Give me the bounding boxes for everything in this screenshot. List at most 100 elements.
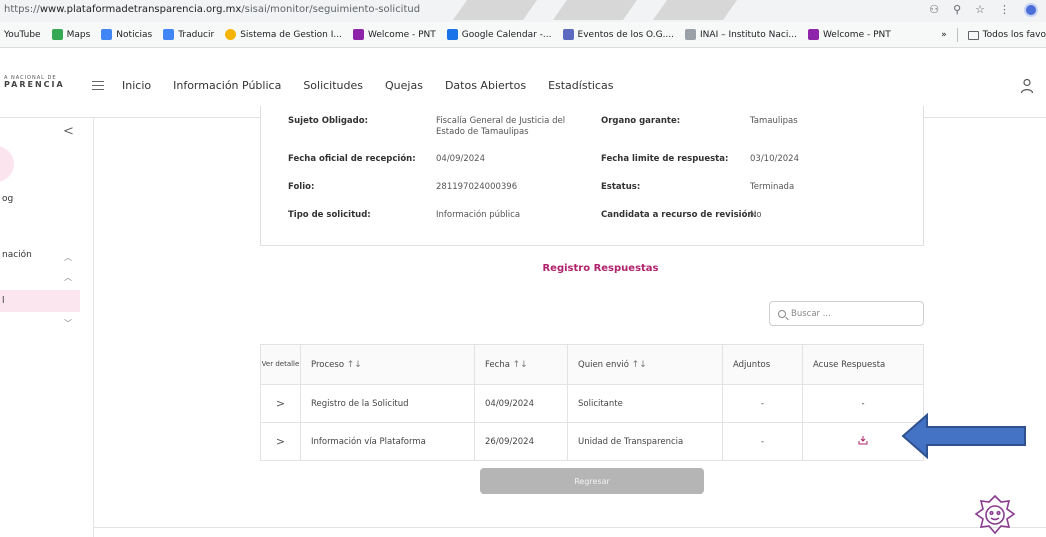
organo-garante-label: Organo garante: bbox=[601, 116, 681, 126]
profile-avatar-icon[interactable] bbox=[1024, 3, 1038, 17]
fecha-limite-value: 03/10/2024 bbox=[750, 154, 799, 164]
annotation-arrow-icon bbox=[901, 412, 1026, 460]
table-row: > Información vía Plataforma 26/09/2024 … bbox=[260, 422, 924, 461]
hamburger-menu-icon[interactable] bbox=[92, 81, 104, 93]
regresar-button[interactable]: Regresar bbox=[480, 468, 704, 494]
chevron-right-icon: > bbox=[275, 397, 286, 410]
download-icon[interactable] bbox=[858, 435, 868, 445]
sun-icon bbox=[225, 29, 237, 40]
cell-quien: Solicitante bbox=[567, 384, 723, 423]
chevron-down-icon[interactable]: ﹀ bbox=[64, 318, 72, 329]
news-icon bbox=[101, 29, 113, 40]
sidebar-section-label[interactable]: nación bbox=[2, 250, 32, 260]
col-proceso[interactable]: Proceso ↑↓ bbox=[300, 344, 475, 385]
col-adjuntos: Adjuntos bbox=[722, 344, 803, 385]
main-nav: Inicio Información Pública Solicitudes Q… bbox=[122, 79, 635, 92]
cell-adjuntos: - bbox=[722, 422, 803, 461]
sidebar-item-active[interactable] bbox=[0, 290, 80, 312]
bookmark-welcome-pnt-2[interactable]: Welcome - PNT bbox=[807, 29, 891, 40]
table-row: > Registro de la Solicitud 04/09/2024 So… bbox=[260, 384, 924, 423]
nav-estadisticas[interactable]: Estadísticas bbox=[548, 79, 613, 92]
url-path: /sisai/monitor/seguimiento-solicitud bbox=[241, 4, 421, 15]
bookmark-eventos[interactable]: Eventos de los O.G.... bbox=[562, 29, 674, 40]
sidebar: < og nación ︿ ︿ l ﹀ bbox=[0, 118, 94, 537]
responses-table: Ver detalle Proceso ↑↓ Fecha ↑↓ Quien en… bbox=[260, 344, 924, 461]
browser-actions: ⚇ ⚲ ☆ ⋮ bbox=[929, 3, 1038, 17]
url-domain: www.plataformadetransparencia.org.mx bbox=[39, 4, 242, 15]
chevron-up-icon[interactable]: ︿ bbox=[64, 252, 72, 263]
zoom-icon[interactable]: ⚲ bbox=[953, 3, 961, 17]
candidata-recurso-label: Candidata a recurso de revisión: bbox=[601, 210, 757, 220]
table-header-row: Ver detalle Proceso ↑↓ Fecha ↑↓ Quien en… bbox=[260, 344, 924, 385]
cell-proceso: Información vía Plataforma bbox=[300, 422, 475, 461]
candidata-recurso-value: No bbox=[750, 210, 762, 220]
calendar-icon bbox=[446, 29, 458, 40]
star-icon[interactable]: ☆ bbox=[975, 3, 985, 17]
mascot-logo-icon[interactable] bbox=[970, 492, 1020, 537]
sujeto-obligado-value: Fiscalía General de Justicia del Estado … bbox=[436, 116, 566, 137]
nav-inicio[interactable]: Inicio bbox=[122, 79, 151, 92]
bookmark-google-calendar[interactable]: Google Calendar -... bbox=[446, 29, 552, 40]
url-prefix: https:// bbox=[4, 4, 40, 15]
cell-quien: Unidad de Transparencia bbox=[567, 422, 723, 461]
folio-label: Folio: bbox=[288, 182, 315, 192]
pnt-icon bbox=[352, 29, 364, 40]
sort-icon[interactable]: ↑↓ bbox=[632, 360, 647, 370]
nav-datos-abiertos[interactable]: Datos Abiertos bbox=[445, 79, 526, 92]
overlay-stripe bbox=[652, 0, 738, 20]
bookmark-welcome-pnt[interactable]: Welcome - PNT bbox=[352, 29, 436, 40]
nav-informacion-publica[interactable]: Información Pública bbox=[173, 79, 281, 92]
nav-quejas[interactable]: Quejas bbox=[385, 79, 423, 92]
browser-url-bar[interactable]: https://www.plataformadetransparencia.or… bbox=[0, 0, 1046, 22]
expand-row-button[interactable]: > bbox=[260, 384, 301, 423]
folder-icon bbox=[967, 30, 979, 40]
tipo-solicitud-value: Información pública bbox=[436, 210, 521, 220]
extensions-icon[interactable]: ⚇ bbox=[929, 3, 939, 17]
expand-row-button[interactable]: > bbox=[260, 422, 301, 461]
fecha-recepcion-label: Fecha oficial de recepción: bbox=[288, 154, 416, 164]
bookmarks-right: » Todos los favo bbox=[941, 22, 1046, 48]
estatus-value: Terminada bbox=[750, 182, 795, 192]
bookmarks-overflow[interactable]: » bbox=[941, 30, 947, 40]
user-icon[interactable] bbox=[1020, 78, 1034, 94]
overlay-stripe bbox=[452, 0, 538, 20]
fecha-limite-label: Fecha limite de respuesta: bbox=[601, 154, 729, 164]
bookmark-maps[interactable]: Maps bbox=[51, 29, 90, 40]
section-title: Registro Respuestas bbox=[542, 263, 659, 274]
bookmark-traducir[interactable]: Traducir bbox=[163, 29, 214, 40]
cell-fecha: 04/09/2024 bbox=[474, 384, 568, 423]
url-text[interactable]: https://www.plataformadetransparencia.or… bbox=[4, 4, 420, 15]
tipo-solicitud-label: Tipo de solicitud: bbox=[288, 210, 371, 220]
pnt-icon bbox=[807, 29, 819, 40]
bookmark-youtube[interactable]: YouTube bbox=[4, 30, 41, 40]
bookmark-noticias[interactable]: Noticias bbox=[101, 29, 152, 40]
sidebar-item-partial[interactable]: og bbox=[2, 194, 13, 204]
bookmark-sistema-gestion[interactable]: Sistema de Gestion I... bbox=[225, 29, 342, 40]
sort-icon[interactable]: ↑↓ bbox=[513, 360, 528, 370]
search-field[interactable] bbox=[769, 301, 924, 326]
eventos-icon bbox=[562, 29, 574, 40]
sidebar-collapse-icon[interactable]: < bbox=[63, 124, 74, 139]
menu-icon[interactable]: ⋮ bbox=[999, 3, 1010, 17]
bookmarks-bar: YouTube Maps Noticias Traducir Sistema d… bbox=[0, 22, 1046, 48]
overlay-stripe bbox=[552, 0, 638, 20]
sort-icon[interactable]: ↑↓ bbox=[347, 360, 362, 370]
maps-icon bbox=[51, 29, 63, 40]
sujeto-obligado-label: Sujeto Obligado: bbox=[288, 116, 368, 126]
site-logo[interactable]: A NACIONAL DE PARENCIA bbox=[4, 76, 65, 89]
col-fecha[interactable]: Fecha ↑↓ bbox=[474, 344, 568, 385]
cell-fecha: 26/09/2024 bbox=[474, 422, 568, 461]
fecha-recepcion-value: 04/09/2024 bbox=[436, 154, 485, 164]
estatus-label: Estatus: bbox=[601, 182, 641, 192]
chevron-right-icon: > bbox=[275, 435, 286, 448]
all-bookmarks[interactable]: Todos los favo bbox=[983, 30, 1046, 40]
sidebar-avatar bbox=[0, 146, 14, 182]
col-ver-detalle: Ver detalle bbox=[260, 344, 301, 385]
bookmark-inai[interactable]: INAI – Instituto Naci... bbox=[685, 29, 797, 40]
search-input[interactable] bbox=[791, 308, 901, 319]
col-quien-envio[interactable]: Quien envió ↑↓ bbox=[567, 344, 723, 385]
search-icon bbox=[778, 309, 786, 318]
nav-solicitudes[interactable]: Solicitudes bbox=[303, 79, 363, 92]
inai-icon bbox=[685, 29, 697, 40]
cell-adjuntos: - bbox=[722, 384, 803, 423]
